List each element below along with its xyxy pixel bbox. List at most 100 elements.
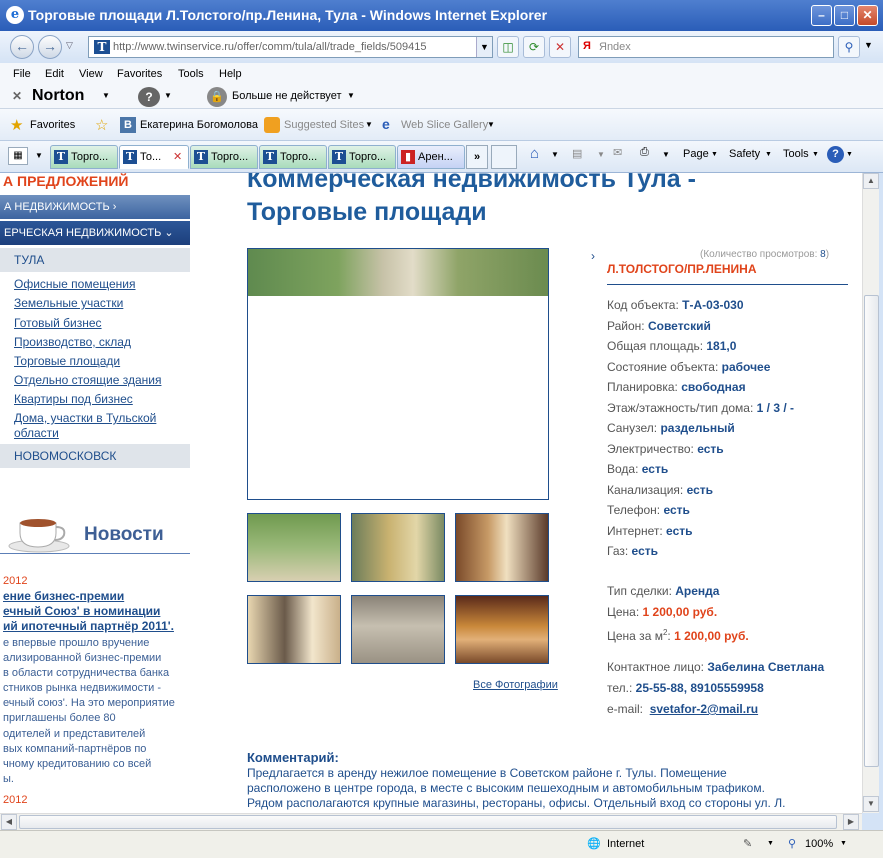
tab-4[interactable]: T Торго...: [259, 145, 327, 169]
norton-dropdown-icon[interactable]: ▼: [102, 91, 110, 100]
close-toolbar-icon[interactable]: ✕: [12, 89, 22, 103]
all-photos-link[interactable]: Все Фотографии: [473, 679, 558, 691]
tab-3[interactable]: T Торго...: [190, 145, 258, 169]
menu-favorites[interactable]: Favorites: [117, 68, 162, 80]
more-tabs-icon[interactable]: »: [466, 145, 488, 169]
sidebar-category-commercial[interactable]: ЕРЧЕСКАЯ НЕДВИЖИМОСТЬ ⌄: [0, 221, 190, 245]
photo-thumbnail[interactable]: [351, 513, 445, 582]
menu-tools[interactable]: Tools: [178, 68, 204, 80]
print-dropdown-icon[interactable]: ▼: [662, 150, 670, 159]
quick-tabs-icon[interactable]: ▦: [8, 147, 28, 165]
address-url[interactable]: http://www.twinservice.ru/offer/comm/tul…: [113, 41, 426, 53]
search-icon[interactable]: ⚲: [838, 36, 860, 58]
email-link[interactable]: svetafor-2@mail.ru: [650, 702, 758, 716]
address-bar[interactable]: T http://www.twinservice.ru/offer/comm/t…: [88, 36, 493, 58]
zoom-dropdown-icon[interactable]: ▼: [840, 840, 847, 847]
photo-thumbnail[interactable]: [247, 513, 341, 582]
main-photo[interactable]: [247, 248, 549, 500]
sidebar-city-novomoskovsk[interactable]: НОВОМОСКОВСК: [0, 444, 190, 468]
page-menu[interactable]: Page: [683, 148, 709, 160]
scroll-right-icon[interactable]: ▶: [843, 814, 859, 830]
maximize-button[interactable]: □: [834, 5, 855, 26]
vertical-scrollbar[interactable]: ▲ ▼: [862, 173, 879, 813]
address-dropdown-icon[interactable]: ▼: [476, 37, 492, 57]
favorites-button[interactable]: Favorites: [30, 119, 75, 131]
forward-button[interactable]: →: [38, 35, 62, 59]
protected-dropdown-icon[interactable]: ▼: [767, 840, 774, 847]
tab-6[interactable]: ▮ Арен...: [397, 145, 465, 169]
sidebar-category-realty[interactable]: А НЕДВИЖИМОСТЬ ›: [0, 195, 190, 219]
history-dropdown-icon[interactable]: ▽: [66, 40, 73, 51]
status-dropdown-icon[interactable]: ▼: [347, 91, 355, 100]
search-input[interactable]: Яndex: [599, 41, 631, 53]
home-icon[interactable]: ⌂: [530, 145, 539, 162]
page-dropdown-icon[interactable]: ▼: [711, 151, 718, 158]
menu-view[interactable]: View: [79, 68, 103, 80]
menu-edit[interactable]: Edit: [45, 68, 64, 80]
sidebar-link-houses[interactable]: Дома, участки в Тульской области: [14, 411, 184, 441]
help-dropdown-icon[interactable]: ▼: [846, 151, 853, 158]
norton-status[interactable]: Больше не действует: [232, 90, 341, 102]
vertical-scroll-thumb[interactable]: [864, 295, 879, 767]
fav-link-1[interactable]: Екатерина Богомолова: [140, 119, 258, 131]
sidebar-link-land[interactable]: Земельные участки: [14, 296, 184, 311]
search-box[interactable]: Я Яndex: [578, 36, 834, 58]
sidebar-link-trade[interactable]: Торговые площади: [14, 354, 184, 369]
search-options-icon[interactable]: ▼: [864, 40, 873, 50]
help-dropdown-icon[interactable]: ▼: [164, 91, 172, 100]
add-favorites-icon[interactable]: ☆: [95, 116, 108, 134]
help-icon[interactable]: ?: [827, 146, 844, 163]
feeds-dropdown-icon[interactable]: ▼: [597, 150, 605, 159]
home-dropdown-icon[interactable]: ▼: [551, 150, 559, 159]
scroll-up-icon[interactable]: ▲: [863, 173, 879, 189]
news-title[interactable]: ечный Союз' в номинации: [3, 604, 160, 619]
protected-mode-icon[interactable]: ✎: [743, 837, 752, 850]
tab-1[interactable]: T Торго...: [50, 145, 118, 169]
fav-link-2[interactable]: Suggested Sites: [284, 119, 364, 131]
news-title[interactable]: ий ипотечный партнёр 2011'.: [3, 619, 174, 634]
safety-dropdown-icon[interactable]: ▼: [765, 151, 772, 158]
object-title: Л.ТОЛСТОГО/ПР.ЛЕНИНА: [607, 262, 757, 276]
sidebar-link-apartments[interactable]: Квартиры под бизнес: [14, 392, 184, 407]
tab-list-icon[interactable]: ▼: [35, 151, 43, 160]
sidebar-link-offices[interactable]: Офисные помещения: [14, 277, 184, 292]
tab-5[interactable]: T Торго...: [328, 145, 396, 169]
new-tab-button[interactable]: [491, 145, 517, 169]
fav-link-3[interactable]: Web Slice Gallery: [401, 119, 488, 131]
webslice-dropdown-icon[interactable]: ▼: [487, 120, 495, 129]
minimize-button[interactable]: –: [811, 5, 832, 26]
safety-menu[interactable]: Safety: [729, 148, 760, 160]
tab-close-icon[interactable]: ✕: [173, 150, 182, 163]
photo-thumbnail[interactable]: [455, 595, 549, 664]
compatibility-icon[interactable]: ◫: [497, 36, 519, 58]
scroll-down-icon[interactable]: ▼: [863, 796, 879, 812]
tools-dropdown-icon[interactable]: ▼: [812, 151, 819, 158]
help-icon[interactable]: ?: [138, 87, 160, 107]
sidebar-link-production[interactable]: Производство, склад: [14, 335, 184, 350]
horizontal-scroll-thumb[interactable]: [19, 815, 837, 829]
feeds-icon[interactable]: ▤: [572, 147, 582, 160]
sidebar-link-business[interactable]: Готовый бизнес: [14, 316, 184, 331]
menu-help[interactable]: Help: [219, 68, 242, 80]
photo-thumbnail[interactable]: [455, 513, 549, 582]
menu-file[interactable]: File: [13, 68, 31, 80]
horizontal-scrollbar[interactable]: ◀ ▶: [0, 813, 862, 830]
zoom-level[interactable]: 100%: [805, 838, 833, 850]
scroll-left-icon[interactable]: ◀: [1, 814, 17, 830]
sidebar-city-tula[interactable]: ТУЛА: [0, 248, 190, 272]
norton-logo[interactable]: Norton: [32, 87, 84, 105]
back-button[interactable]: ←: [10, 35, 34, 59]
photo-thumbnail[interactable]: [351, 595, 445, 664]
sidebar-link-buildings[interactable]: Отдельно стоящие здания: [14, 373, 184, 388]
print-icon[interactable]: ⎙: [640, 146, 649, 159]
mail-icon[interactable]: ✉: [613, 146, 622, 159]
security-zone[interactable]: Internet: [607, 838, 644, 850]
tab-2-active[interactable]: T То... ✕: [119, 145, 189, 169]
stop-icon[interactable]: ✕: [549, 36, 571, 58]
close-button[interactable]: ✕: [857, 5, 878, 26]
tools-menu[interactable]: Tools: [783, 148, 809, 160]
news-title[interactable]: ение бизнес-премии: [3, 589, 124, 604]
refresh-icon[interactable]: ⟳: [523, 36, 545, 58]
suggested-dropdown-icon[interactable]: ▼: [365, 120, 373, 129]
photo-thumbnail[interactable]: [247, 595, 341, 664]
